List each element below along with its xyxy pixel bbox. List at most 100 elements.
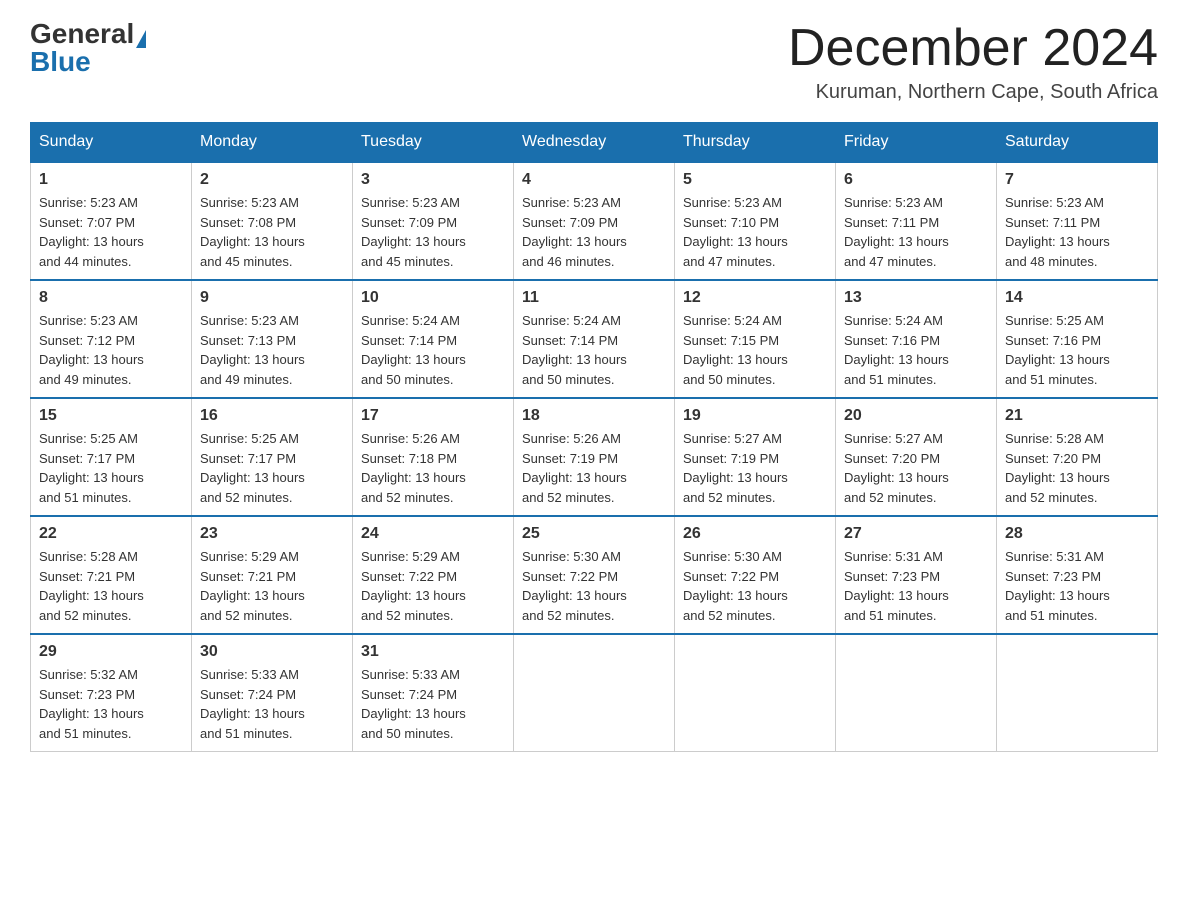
calendar-cell	[997, 634, 1158, 752]
calendar-cell	[514, 634, 675, 752]
column-header-thursday: Thursday	[675, 123, 836, 163]
day-number: 23	[200, 525, 344, 543]
day-number: 9	[200, 289, 344, 307]
calendar-cell: 30 Sunrise: 5:33 AMSunset: 7:24 PMDayligh…	[192, 634, 353, 752]
day-number: 18	[522, 407, 666, 425]
calendar-cell: 26 Sunrise: 5:30 AMSunset: 7:22 PMDayligh…	[675, 516, 836, 634]
title-section: December 2024 Kuruman, Northern Cape, So…	[788, 20, 1158, 104]
week-row-5: 29 Sunrise: 5:32 AMSunset: 7:23 PMDayligh…	[31, 634, 1158, 752]
day-info: Sunrise: 5:24 AMSunset: 7:15 PMDaylight:…	[683, 311, 827, 389]
logo-triangle-icon	[136, 30, 146, 48]
calendar-table: SundayMondayTuesdayWednesdayThursdayFrid…	[30, 122, 1158, 752]
logo-blue: Blue	[30, 48, 91, 76]
calendar-cell: 11 Sunrise: 5:24 AMSunset: 7:14 PMDayligh…	[514, 280, 675, 398]
location: Kuruman, Northern Cape, South Africa	[788, 81, 1158, 104]
day-info: Sunrise: 5:25 AMSunset: 7:17 PMDaylight:…	[200, 429, 344, 507]
day-info: Sunrise: 5:23 AMSunset: 7:11 PMDaylight:…	[1005, 193, 1149, 271]
day-number: 5	[683, 171, 827, 189]
day-number: 7	[1005, 171, 1149, 189]
day-number: 24	[361, 525, 505, 543]
month-title: December 2024	[788, 20, 1158, 77]
day-info: Sunrise: 5:33 AMSunset: 7:24 PMDaylight:…	[200, 665, 344, 743]
day-number: 2	[200, 171, 344, 189]
day-info: Sunrise: 5:30 AMSunset: 7:22 PMDaylight:…	[522, 547, 666, 625]
calendar-cell: 29 Sunrise: 5:32 AMSunset: 7:23 PMDayligh…	[31, 634, 192, 752]
calendar-cell: 5 Sunrise: 5:23 AMSunset: 7:10 PMDaylight…	[675, 162, 836, 280]
calendar-cell: 4 Sunrise: 5:23 AMSunset: 7:09 PMDaylight…	[514, 162, 675, 280]
calendar-cell: 21Sunrise: 5:28 AMSunset: 7:20 PMDayligh…	[997, 398, 1158, 516]
day-info: Sunrise: 5:26 AMSunset: 7:18 PMDaylight:…	[361, 429, 505, 507]
logo: General Blue	[30, 20, 146, 76]
calendar-cell: 24 Sunrise: 5:29 AMSunset: 7:22 PMDayligh…	[353, 516, 514, 634]
calendar-cell: 16 Sunrise: 5:25 AMSunset: 7:17 PMDayligh…	[192, 398, 353, 516]
calendar-cell	[836, 634, 997, 752]
day-info: Sunrise: 5:27 AMSunset: 7:20 PMDaylight:…	[844, 429, 988, 507]
day-number: 1	[39, 171, 183, 189]
day-info: Sunrise: 5:29 AMSunset: 7:21 PMDaylight:…	[200, 547, 344, 625]
week-row-1: 1Sunrise: 5:23 AMSunset: 7:07 PMDaylight…	[31, 162, 1158, 280]
calendar-cell: 23 Sunrise: 5:29 AMSunset: 7:21 PMDayligh…	[192, 516, 353, 634]
column-header-sunday: Sunday	[31, 123, 192, 163]
calendar-cell: 2 Sunrise: 5:23 AMSunset: 7:08 PMDaylight…	[192, 162, 353, 280]
column-header-tuesday: Tuesday	[353, 123, 514, 163]
day-info: Sunrise: 5:23 AMSunset: 7:09 PMDaylight:…	[522, 193, 666, 271]
calendar-header-row: SundayMondayTuesdayWednesdayThursdayFrid…	[31, 123, 1158, 163]
day-number: 15	[39, 407, 183, 425]
day-info: Sunrise: 5:25 AMSunset: 7:17 PMDaylight:…	[39, 429, 183, 507]
day-number: 13	[844, 289, 988, 307]
day-number: 6	[844, 171, 988, 189]
calendar-cell: 15 Sunrise: 5:25 AMSunset: 7:17 PMDayligh…	[31, 398, 192, 516]
day-info: Sunrise: 5:23 AMSunset: 7:10 PMDaylight:…	[683, 193, 827, 271]
day-number: 11	[522, 289, 666, 307]
column-header-monday: Monday	[192, 123, 353, 163]
day-info: Sunrise: 5:26 AMSunset: 7:19 PMDaylight:…	[522, 429, 666, 507]
day-number: 3	[361, 171, 505, 189]
day-number: 17	[361, 407, 505, 425]
calendar-cell: 8 Sunrise: 5:23 AMSunset: 7:12 PMDaylight…	[31, 280, 192, 398]
day-info: Sunrise: 5:33 AMSunset: 7:24 PMDaylight:…	[361, 665, 505, 743]
day-number: 4	[522, 171, 666, 189]
calendar-cell: 31 Sunrise: 5:33 AMSunset: 7:24 PMDayligh…	[353, 634, 514, 752]
day-number: 14	[1005, 289, 1149, 307]
day-info: Sunrise: 5:29 AMSunset: 7:22 PMDaylight:…	[361, 547, 505, 625]
calendar-cell: 17 Sunrise: 5:26 AMSunset: 7:18 PMDayligh…	[353, 398, 514, 516]
day-number: 16	[200, 407, 344, 425]
column-header-friday: Friday	[836, 123, 997, 163]
day-number: 26	[683, 525, 827, 543]
day-info: Sunrise: 5:25 AMSunset: 7:16 PMDaylight:…	[1005, 311, 1149, 389]
calendar-cell: 18 Sunrise: 5:26 AMSunset: 7:19 PMDayligh…	[514, 398, 675, 516]
calendar-cell: 6 Sunrise: 5:23 AMSunset: 7:11 PMDaylight…	[836, 162, 997, 280]
day-info: Sunrise: 5:23 AMSunset: 7:11 PMDaylight:…	[844, 193, 988, 271]
day-number: 8	[39, 289, 183, 307]
day-info: Sunrise: 5:23 AMSunset: 7:08 PMDaylight:…	[200, 193, 344, 271]
day-info: Sunrise: 5:30 AMSunset: 7:22 PMDaylight:…	[683, 547, 827, 625]
calendar-cell: 28Sunrise: 5:31 AMSunset: 7:23 PMDayligh…	[997, 516, 1158, 634]
day-number: 30	[200, 643, 344, 661]
day-number: 31	[361, 643, 505, 661]
day-info: Sunrise: 5:24 AMSunset: 7:14 PMDaylight:…	[522, 311, 666, 389]
week-row-2: 8 Sunrise: 5:23 AMSunset: 7:12 PMDaylight…	[31, 280, 1158, 398]
week-row-4: 22Sunrise: 5:28 AMSunset: 7:21 PMDayligh…	[31, 516, 1158, 634]
calendar-cell: 14 Sunrise: 5:25 AMSunset: 7:16 PMDayligh…	[997, 280, 1158, 398]
day-info: Sunrise: 5:27 AMSunset: 7:19 PMDaylight:…	[683, 429, 827, 507]
column-header-saturday: Saturday	[997, 123, 1158, 163]
day-info: Sunrise: 5:23 AMSunset: 7:13 PMDaylight:…	[200, 311, 344, 389]
calendar-cell: 13 Sunrise: 5:24 AMSunset: 7:16 PMDayligh…	[836, 280, 997, 398]
page-header: General Blue December 2024 Kuruman, Nort…	[30, 20, 1158, 104]
day-number: 20	[844, 407, 988, 425]
day-info: Sunrise: 5:23 AMSunset: 7:12 PMDaylight:…	[39, 311, 183, 389]
day-number: 29	[39, 643, 183, 661]
day-info: Sunrise: 5:31 AMSunset: 7:23 PMDaylight:…	[844, 547, 988, 625]
day-number: 27	[844, 525, 988, 543]
day-number: 19	[683, 407, 827, 425]
calendar-cell: 1Sunrise: 5:23 AMSunset: 7:07 PMDaylight…	[31, 162, 192, 280]
calendar-cell: 22Sunrise: 5:28 AMSunset: 7:21 PMDayligh…	[31, 516, 192, 634]
day-info: Sunrise: 5:24 AMSunset: 7:14 PMDaylight:…	[361, 311, 505, 389]
column-header-wednesday: Wednesday	[514, 123, 675, 163]
day-info: Sunrise: 5:24 AMSunset: 7:16 PMDaylight:…	[844, 311, 988, 389]
logo-general: General	[30, 18, 134, 49]
day-number: 12	[683, 289, 827, 307]
day-info: Sunrise: 5:31 AMSunset: 7:23 PMDaylight:…	[1005, 547, 1149, 625]
day-number: 25	[522, 525, 666, 543]
day-info: Sunrise: 5:32 AMSunset: 7:23 PMDaylight:…	[39, 665, 183, 743]
